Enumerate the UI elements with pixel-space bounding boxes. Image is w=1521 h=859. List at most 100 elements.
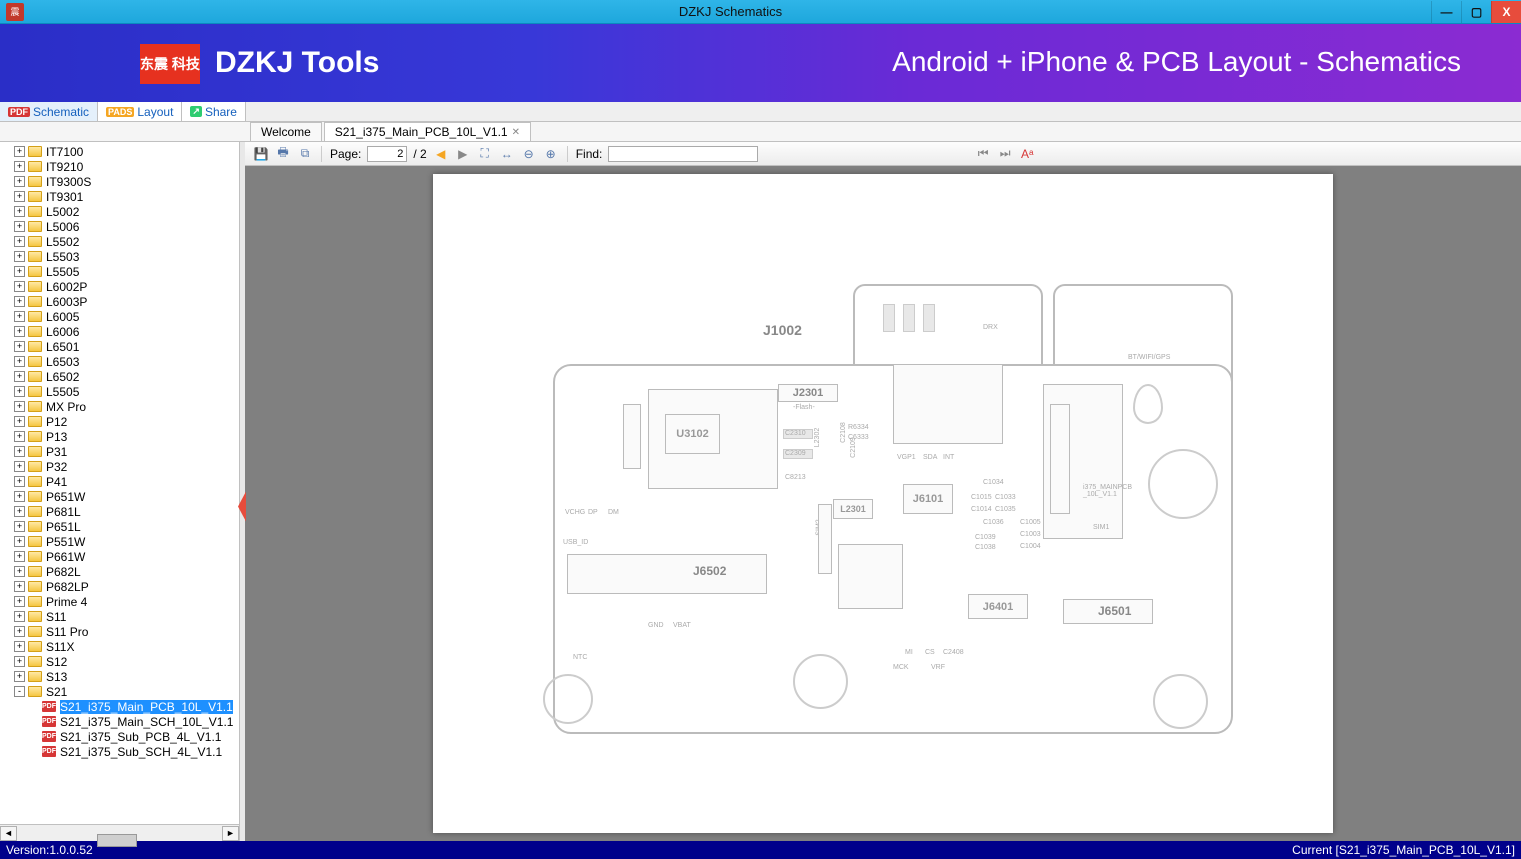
- expand-icon[interactable]: +: [14, 596, 25, 607]
- tree-folder[interactable]: +IT9301: [2, 189, 239, 204]
- expand-icon[interactable]: +: [14, 671, 25, 682]
- tree-folder[interactable]: +P651W: [2, 489, 239, 504]
- expand-icon[interactable]: +: [14, 161, 25, 172]
- tree-folder[interactable]: +L6002P: [2, 279, 239, 294]
- zoom-out-icon[interactable]: ⊖: [521, 146, 537, 162]
- expand-icon[interactable]: +: [14, 626, 25, 637]
- expand-icon[interactable]: +: [14, 266, 25, 277]
- expand-icon[interactable]: +: [14, 536, 25, 547]
- tree-folder[interactable]: +S13: [2, 669, 239, 684]
- splitter-grip-icon[interactable]: [238, 492, 246, 522]
- expand-icon[interactable]: +: [14, 236, 25, 247]
- tree-folder[interactable]: +IT7100: [2, 144, 239, 159]
- find-prev-icon[interactable]: ⏮: [975, 146, 991, 162]
- tree-file[interactable]: PDFS21_i375_Sub_PCB_4L_V1.1: [2, 729, 239, 744]
- tree-folder[interactable]: +S12: [2, 654, 239, 669]
- tree-view[interactable]: +IT7100+IT9210+IT9300S+IT9301+L5002+L500…: [0, 142, 239, 824]
- maximize-button[interactable]: ▢: [1461, 1, 1491, 23]
- expand-icon[interactable]: +: [14, 146, 25, 157]
- expand-icon[interactable]: +: [14, 221, 25, 232]
- tree-folder[interactable]: +L5505: [2, 384, 239, 399]
- scroll-thumb[interactable]: [97, 834, 137, 847]
- expand-icon[interactable]: +: [14, 581, 25, 592]
- tree-folder[interactable]: +S11 Pro: [2, 624, 239, 639]
- tree-folder[interactable]: +L6502: [2, 369, 239, 384]
- tree-folder[interactable]: +L5503: [2, 249, 239, 264]
- expand-icon[interactable]: +: [14, 476, 25, 487]
- expand-icon[interactable]: +: [14, 656, 25, 667]
- tree-folder[interactable]: +L5006: [2, 219, 239, 234]
- tree-file[interactable]: PDFS21_i375_Main_PCB_10L_V1.1: [2, 699, 239, 714]
- fit-page-icon[interactable]: ⛶: [477, 146, 493, 162]
- expand-icon[interactable]: +: [14, 461, 25, 472]
- tree-hscroll[interactable]: ◄ ►: [0, 824, 239, 841]
- expand-icon[interactable]: +: [14, 311, 25, 322]
- next-page-icon[interactable]: ▶: [455, 146, 471, 162]
- tree-folder[interactable]: +L5502: [2, 234, 239, 249]
- close-tab-icon[interactable]: ✕: [512, 127, 520, 138]
- doc-tab[interactable]: Welcome: [250, 122, 322, 141]
- tool-tab-share[interactable]: ↗Share: [182, 102, 246, 121]
- expand-icon[interactable]: +: [14, 356, 25, 367]
- page-input[interactable]: [367, 146, 407, 162]
- minimize-button[interactable]: —: [1431, 1, 1461, 23]
- tool-tab-schematic[interactable]: PDFSchematic: [0, 102, 98, 121]
- expand-icon[interactable]: +: [14, 191, 25, 202]
- expand-icon[interactable]: +: [14, 491, 25, 502]
- find-next-icon[interactable]: ⏭: [997, 146, 1013, 162]
- text-size-icon[interactable]: Aᵃ: [1019, 146, 1035, 162]
- save-icon[interactable]: 💾: [253, 146, 269, 162]
- expand-icon[interactable]: +: [14, 416, 25, 427]
- find-input[interactable]: [608, 146, 758, 162]
- expand-icon[interactable]: +: [14, 281, 25, 292]
- tree-file[interactable]: PDFS21_i375_Sub_SCH_4L_V1.1: [2, 744, 239, 759]
- copy-icon[interactable]: ⧉: [297, 146, 313, 162]
- tree-folder[interactable]: +L6501: [2, 339, 239, 354]
- expand-icon[interactable]: +: [14, 206, 25, 217]
- expand-icon[interactable]: +: [14, 341, 25, 352]
- tree-folder[interactable]: +P551W: [2, 534, 239, 549]
- tree-folder[interactable]: +S11: [2, 609, 239, 624]
- tree-folder[interactable]: +P41: [2, 474, 239, 489]
- expand-icon[interactable]: +: [14, 386, 25, 397]
- tree-folder[interactable]: +P31: [2, 444, 239, 459]
- expand-icon[interactable]: +: [14, 641, 25, 652]
- expand-icon[interactable]: +: [14, 551, 25, 562]
- scroll-right-button[interactable]: ►: [222, 826, 239, 841]
- prev-page-icon[interactable]: ◀: [433, 146, 449, 162]
- expand-icon[interactable]: +: [14, 176, 25, 187]
- expand-icon[interactable]: +: [14, 326, 25, 337]
- tree-folder[interactable]: +L6006: [2, 324, 239, 339]
- tree-folder[interactable]: +P682LP: [2, 579, 239, 594]
- expand-icon[interactable]: +: [14, 401, 25, 412]
- close-button[interactable]: X: [1491, 1, 1521, 23]
- pdf-canvas[interactable]: J1002 DRX BT/WIFI/GPS U3102 J6504 J2301 …: [245, 166, 1521, 841]
- tree-folder[interactable]: +P682L: [2, 564, 239, 579]
- tree-folder[interactable]: +L6003P: [2, 294, 239, 309]
- tree-folder[interactable]: +IT9300S: [2, 174, 239, 189]
- expand-icon[interactable]: +: [14, 506, 25, 517]
- doc-tab[interactable]: S21_i375_Main_PCB_10L_V1.1✕: [324, 122, 531, 141]
- scroll-left-button[interactable]: ◄: [0, 826, 17, 841]
- print-icon[interactable]: 🖶: [275, 146, 291, 162]
- expand-icon[interactable]: +: [14, 296, 25, 307]
- tree-folder[interactable]: +Prime 4: [2, 594, 239, 609]
- tree-file[interactable]: PDFS21_i375_Main_SCH_10L_V1.1: [2, 714, 239, 729]
- tree-folder[interactable]: +S11X: [2, 639, 239, 654]
- tree-folder[interactable]: +L6005: [2, 309, 239, 324]
- collapse-icon[interactable]: -: [14, 686, 25, 697]
- tree-folder[interactable]: +P681L: [2, 504, 239, 519]
- fit-width-icon[interactable]: ↔: [499, 146, 515, 162]
- tree-folder[interactable]: +P651L: [2, 519, 239, 534]
- tree-folder[interactable]: +P661W: [2, 549, 239, 564]
- tree-folder[interactable]: +L6503: [2, 354, 239, 369]
- tool-tab-layout[interactable]: PADSLayout: [98, 102, 182, 121]
- expand-icon[interactable]: +: [14, 431, 25, 442]
- expand-icon[interactable]: +: [14, 521, 25, 532]
- expand-icon[interactable]: +: [14, 371, 25, 382]
- zoom-in-icon[interactable]: ⊕: [543, 146, 559, 162]
- expand-icon[interactable]: +: [14, 611, 25, 622]
- tree-folder[interactable]: +P32: [2, 459, 239, 474]
- expand-icon[interactable]: +: [14, 446, 25, 457]
- tree-folder[interactable]: +L5002: [2, 204, 239, 219]
